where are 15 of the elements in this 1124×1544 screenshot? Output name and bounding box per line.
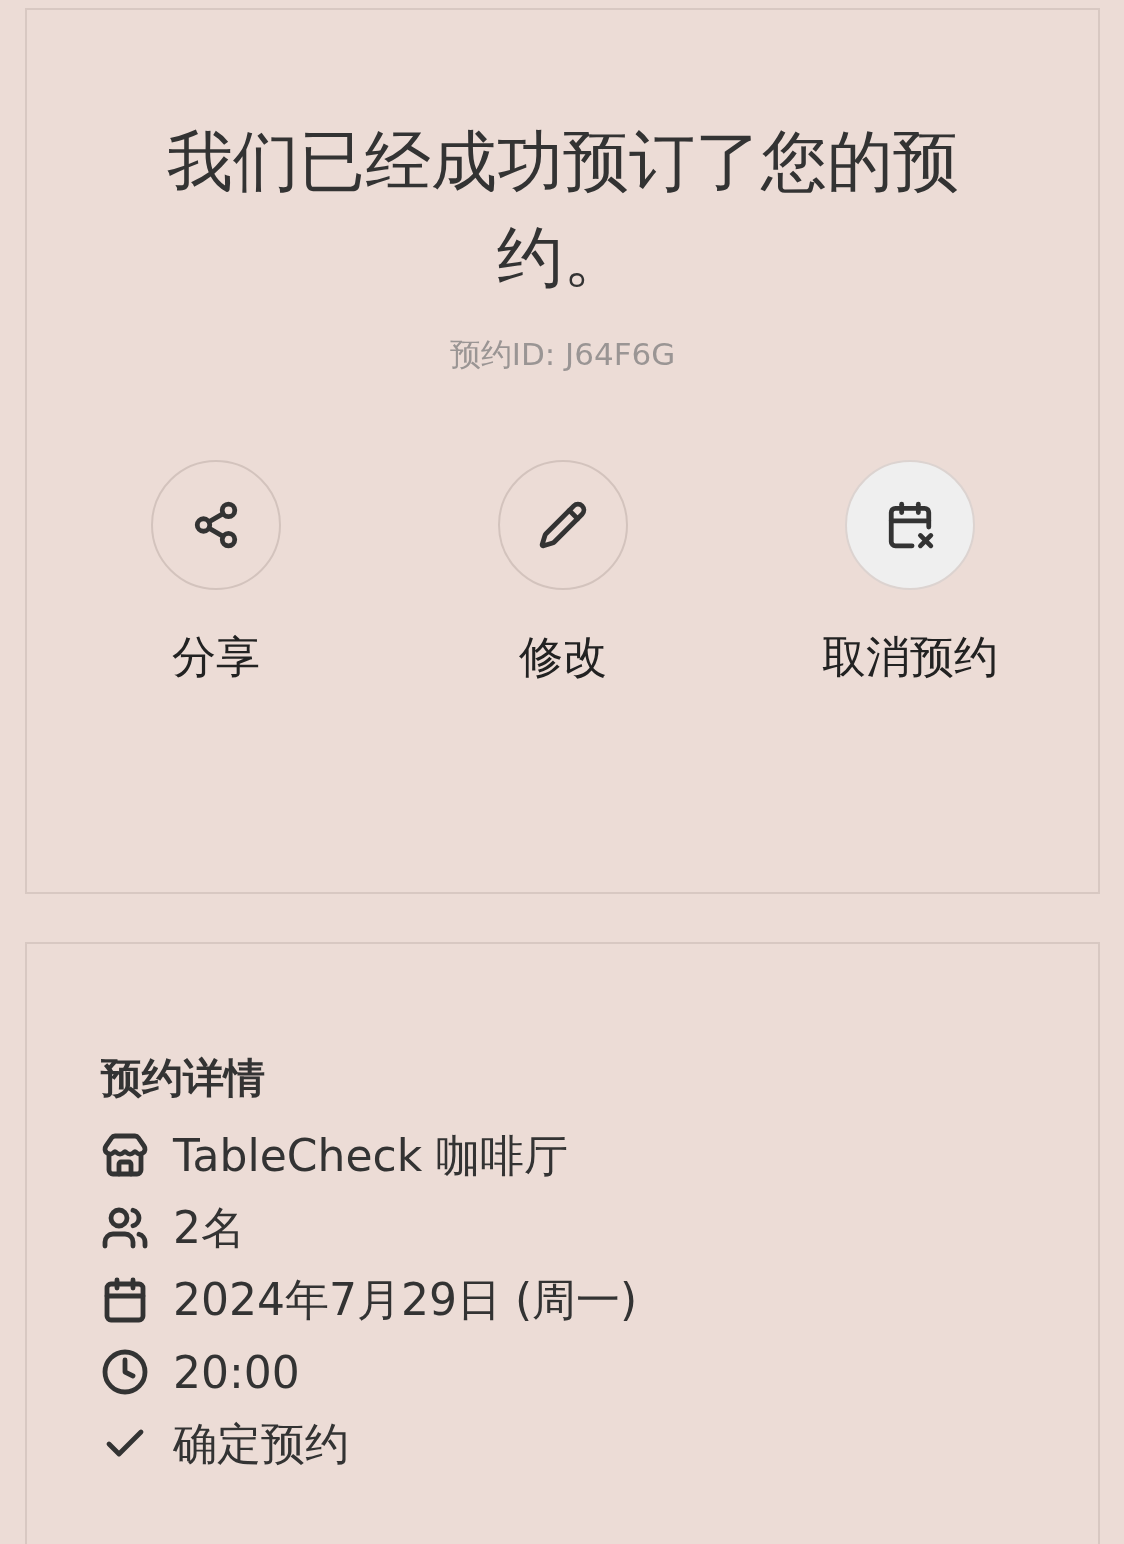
reservation-id: 预约ID: J64F6G: [449, 335, 676, 374]
action-label: 分享: [171, 630, 260, 684]
action-button[interactable]: [497, 460, 628, 590]
detail-text: 确定预约: [173, 1416, 349, 1471]
confirmation-title: 我们已经成功预订了您的预约。: [165, 122, 960, 298]
action-label: 取消预约: [821, 630, 998, 684]
detail-text: 2024年7月29日 (周一): [173, 1272, 638, 1327]
detail-text: TableCheck 咖啡厅: [173, 1128, 569, 1183]
action-label: 修改: [518, 630, 607, 684]
pencil-icon: [537, 500, 588, 550]
clock-icon: [101, 1348, 149, 1396]
detail-text: 2名: [173, 1200, 245, 1255]
action-button[interactable]: [150, 460, 281, 590]
details-heading: 预约详情: [101, 1053, 266, 1104]
detail-text: 20:00: [173, 1346, 300, 1398]
